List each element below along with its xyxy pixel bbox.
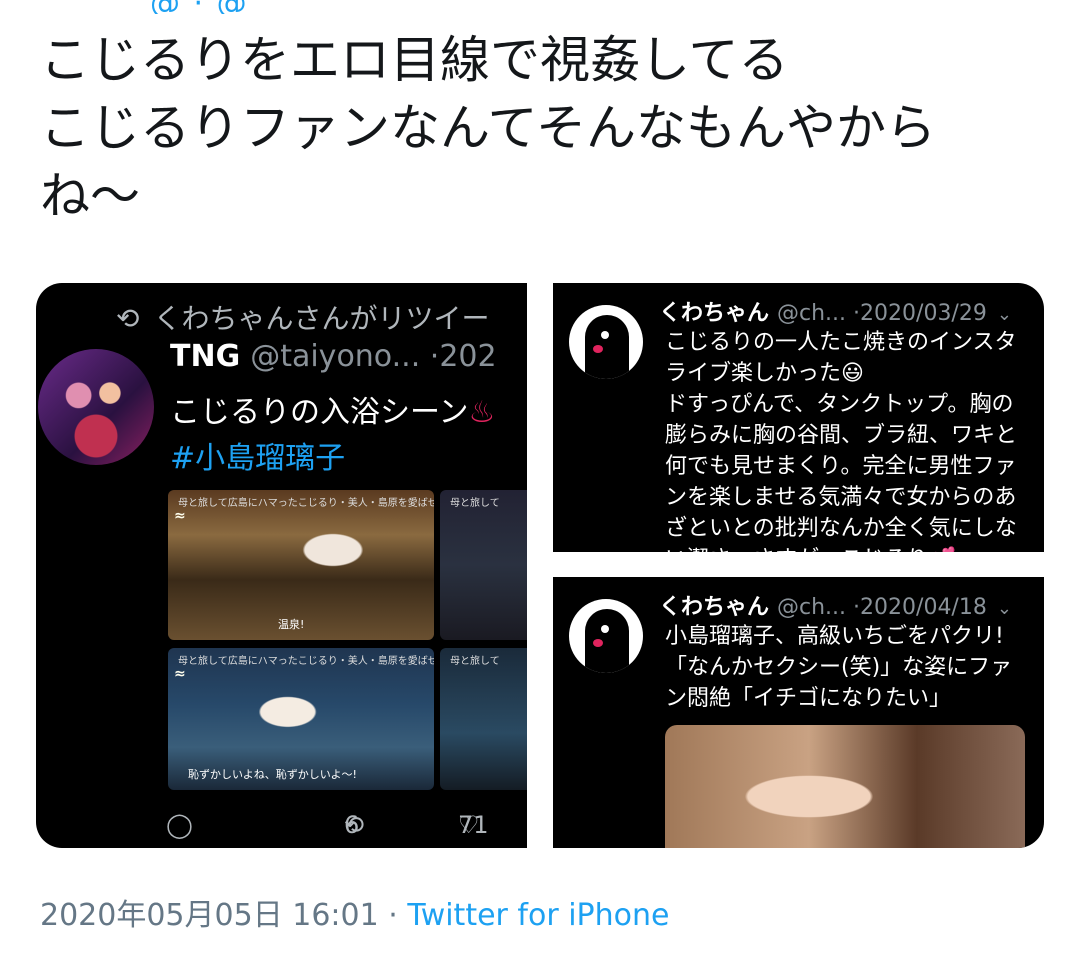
bear-eye: [601, 331, 609, 339]
client-link[interactable]: Twitter for iPhone: [407, 898, 669, 933]
media-image-2[interactable]: くわちゃん @ch... ·2020/03/29 ⌄ こじるりの一人たこ焼きのインス…: [553, 283, 1044, 552]
embedded-author-row: くわちゃん @ch... ·2020/04/18 ⌄: [659, 589, 1012, 621]
thumb-caption: 母と旅して: [450, 498, 500, 509]
embedded-line: い潔さ、さすが、こじるり💕: [665, 544, 1037, 552]
embedded-tweet-text-content: こじるりの入浴シーン: [170, 395, 469, 430]
embedded-author-name: くわちゃん: [659, 595, 770, 620]
reply-icon: ◯: [166, 811, 193, 839]
thumb-subtitle: 恥ずかしいよね、恥ずかしいよ〜!: [188, 768, 357, 781]
embedded-thumb-3: 母と旅して広島にハマったこじるり・美人・島原を愛ばせられるか ≈ 恥ずかしいよね…: [168, 648, 434, 790]
avatar: [38, 349, 154, 465]
bear-silhouette: [585, 315, 629, 379]
embedded-line: 「なんかセクシー(笑)」な姿にファ: [665, 655, 1013, 680]
bear-silhouette: [585, 609, 629, 673]
embedded-line: 何でも見せまくり。完全に男性ファ: [665, 454, 1017, 479]
embedded-line: 小島瑠璃子、高級いちごをパクリ!: [665, 624, 1004, 649]
embedded-author-handle: @taiyono...: [250, 339, 421, 374]
chevron-down-icon: ⌄: [996, 598, 1012, 619]
meta-separator: ·: [388, 898, 398, 933]
retweet-indicator-text: くわちゃんさんがリツイー: [153, 302, 490, 335]
embedded-line: ンを楽しませる気満々で女からのあ: [665, 485, 1017, 510]
cut-off-header: @ · @: [0, 0, 1080, 14]
embedded-action-bar: ◯ ⟲ 6 ♡ 71: [166, 811, 526, 847]
embedded-line: こじるりの一人たこ焼きのインスタ: [665, 330, 1017, 355]
embedded-date: ·202: [429, 339, 497, 374]
bear-mouth: [593, 345, 603, 353]
avatar: [569, 599, 643, 673]
embedded-thumb-1: 母と旅して広島にハマったこじるり・美人・島原を愛ばせられるか ≈ 温泉!: [168, 490, 434, 640]
thumb-caption: 母と旅して: [450, 656, 500, 667]
embedded-author-handle: @ch...: [777, 301, 847, 326]
cut-off-header-text: @ · @: [150, 0, 249, 14]
embedded-line: ライブ楽しかった😃: [665, 361, 864, 386]
show-logo: ≈: [174, 666, 186, 682]
embedded-date: ·2020/04/18: [853, 595, 987, 620]
thumb-caption: 母と旅して広島にハマったこじるり・美人・島原を愛ばせられるか: [178, 498, 434, 509]
retweet-indicator: ⟲ くわちゃんさんがリツイー: [116, 297, 489, 337]
tweet-line-1: こじるりをエロ目線で視姦してる: [40, 31, 789, 89]
embedded-media-grid: 母と旅して広島にハマったこじるり・美人・島原を愛ばせられるか ≈ 温泉! 母と旅…: [164, 488, 527, 790]
embedded-hashtag: #小島瑠璃子: [170, 441, 346, 476]
embedded-author-name: くわちゃん: [659, 301, 770, 326]
embedded-tweet-text: 小島瑠璃子、高級いちごをパクリ! 「なんかセクシー(笑)」な姿にファ ン悶絶「イ…: [665, 621, 1037, 714]
tweet-meta: 2020年05月05日 16:01 · Twitter for iPhone: [40, 890, 669, 934]
thumb-caption: 母と旅して広島にハマったこじるり・美人・島原を愛ばせられるか: [178, 656, 434, 667]
embedded-author-name: TNG: [170, 339, 241, 374]
bear-mouth: [593, 639, 603, 647]
hot-springs-icon: ♨: [468, 395, 496, 430]
embedded-date: ·2020/03/29: [853, 301, 987, 326]
embedded-photo: [665, 725, 1025, 848]
embedded-line: ざといとの批判なんか全く気にしな: [665, 516, 1017, 541]
embedded-tweet-text: こじるりの一人たこ焼きのインスタ ライブ楽しかった😃 ドすっぴんで、タンクトップ…: [665, 327, 1037, 552]
media-image-3[interactable]: くわちゃん @ch... ·2020/04/18 ⌄ 小島瑠璃子、高級いちごをパクリ…: [553, 577, 1044, 848]
embedded-line: 膨らみに胸の谷間、ブラ紐、ワキと: [665, 423, 1018, 448]
embedded-author-row: TNG @taiyono... ·202: [170, 339, 497, 374]
chevron-down-icon: ⌄: [996, 304, 1012, 325]
tweet-timestamp[interactable]: 2020年05月05日 16:01: [40, 898, 379, 933]
embedded-author-handle: @ch...: [777, 595, 847, 620]
retweet-icon: ⟲: [116, 302, 140, 335]
embedded-line: ン悶絶「イチゴになりたい」: [665, 686, 952, 711]
tweet-line-2: こじるりファンなんてそんなもんやから: [40, 99, 936, 157]
media-image-1[interactable]: ⟲ くわちゃんさんがリツイー TNG @taiyono... ·202 こじるりの入…: [36, 283, 527, 848]
tweet-line-3: ね〜: [40, 167, 140, 225]
thumb-subtitle: 温泉!: [278, 618, 305, 631]
embedded-thumb-4: 母と旅して: [440, 648, 527, 790]
embedded-line: ドすっぴんで、タンクトップ。胸の: [665, 392, 1014, 417]
embedded-tweet-text: こじるりの入浴シーン♨: [170, 387, 495, 431]
embedded-thumb-2: 母と旅して: [440, 490, 527, 640]
avatar: [569, 305, 643, 379]
embedded-author-row: くわちゃん @ch... ·2020/03/29 ⌄: [659, 295, 1012, 327]
bear-eye: [601, 625, 609, 633]
like-count: 71: [458, 811, 489, 839]
tweet-text: こじるりをエロ目線で視姦してる こじるりファンなんてそんなもんやから ね〜: [40, 26, 1050, 230]
show-logo: ≈: [174, 508, 186, 524]
retweet-count: 6: [344, 811, 360, 839]
